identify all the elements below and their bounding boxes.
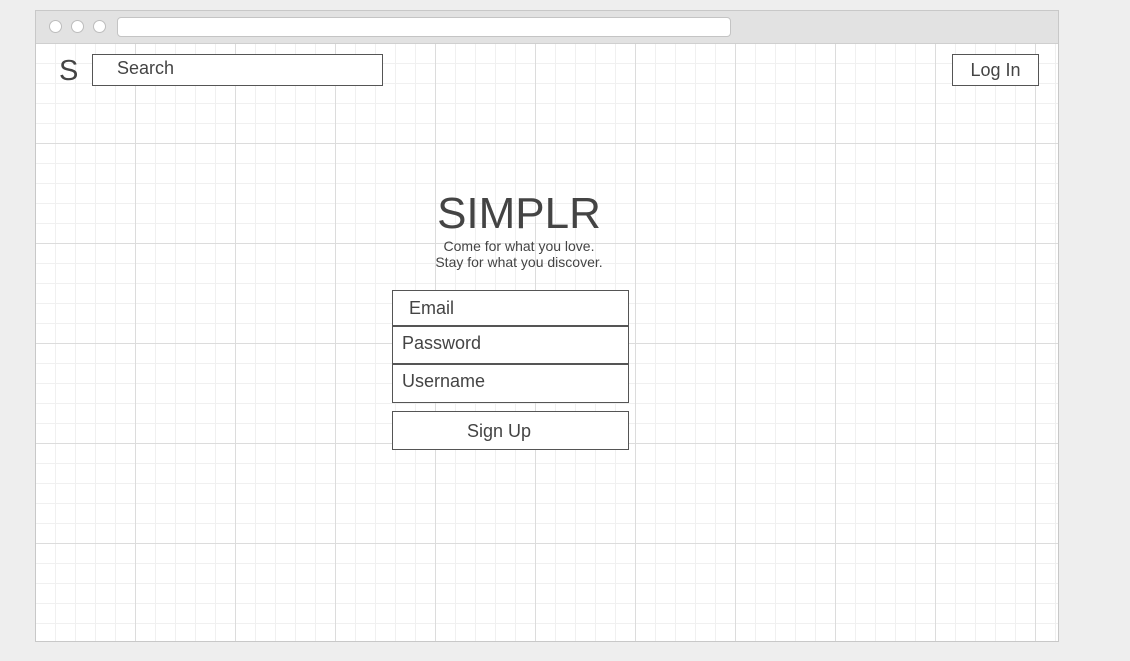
password-placeholder: Password	[402, 333, 482, 353]
login-button[interactable]: Log In	[952, 54, 1039, 86]
email-field[interactable]: Email	[392, 290, 629, 326]
page-canvas: S Search Log In SIMPLR Come for what you…	[36, 44, 1058, 641]
search-input[interactable]: Search	[92, 54, 383, 86]
tagline-line-2: Stay for what you discover.	[435, 254, 603, 270]
tagline-line-1: Come for what you love.	[443, 238, 595, 254]
maximize-window-icon[interactable]	[93, 20, 106, 33]
sign-up-label: Sign Up	[467, 421, 532, 441]
search-placeholder: Search	[117, 58, 175, 78]
email-placeholder: Email	[409, 298, 455, 318]
password-field[interactable]: Password	[392, 326, 629, 364]
minimize-window-icon[interactable]	[71, 20, 84, 33]
browser-titlebar	[36, 11, 1058, 44]
username-field[interactable]: Username	[392, 364, 629, 403]
sign-up-button[interactable]: Sign Up	[392, 411, 629, 450]
username-placeholder: Username	[402, 371, 486, 391]
browser-window: S Search Log In SIMPLR Come for what you…	[35, 10, 1059, 642]
close-window-icon[interactable]	[49, 20, 62, 33]
address-bar[interactable]	[117, 17, 731, 37]
site-logo[interactable]: S	[59, 54, 78, 88]
brand-title: SIMPLR	[437, 189, 601, 238]
